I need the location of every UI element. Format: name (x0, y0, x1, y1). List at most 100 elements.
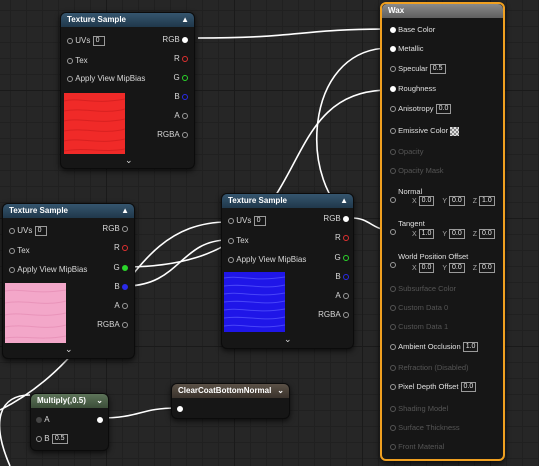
pin-icon[interactable] (390, 66, 396, 73)
specular-input[interactable]: Specular 0.5 (390, 64, 446, 75)
wpo-vector[interactable]: X 0.0 Y 0.0 Z 0.0 (408, 263, 497, 273)
normal-x[interactable]: 0.0 (418, 196, 435, 206)
pin-icon[interactable] (9, 228, 15, 234)
pin-icon[interactable] (390, 27, 396, 34)
mipbias-input[interactable]: Apply View MipBias (67, 74, 145, 84)
node-header[interactable]: ClearCoatBottomNormal ⌄ (172, 384, 289, 398)
wpo-z[interactable]: 0.0 (479, 263, 495, 273)
normal-z[interactable]: 1.0 (479, 196, 495, 206)
pin-icon[interactable] (182, 37, 188, 43)
node-header[interactable]: Wax (382, 4, 503, 18)
b-output[interactable]: B (114, 282, 128, 292)
pin-icon[interactable] (9, 267, 15, 273)
mipbias-input[interactable]: Apply View MipBias (9, 265, 87, 275)
clearcoat-bottom-normal-node[interactable]: ClearCoatBottomNormal ⌄ (171, 383, 290, 419)
r-output[interactable]: R (174, 54, 188, 64)
pin-icon[interactable] (390, 344, 396, 351)
rgba-output[interactable]: RGBA (97, 320, 128, 330)
pin-icon[interactable] (390, 197, 396, 203)
collapse-icon[interactable]: ▲ (181, 13, 189, 27)
tex-input[interactable]: Tex (228, 236, 249, 246)
pin-icon[interactable] (228, 238, 234, 244)
g-output[interactable]: G (335, 253, 349, 263)
uvs-value[interactable]: 0 (253, 216, 266, 226)
roughness-input[interactable]: Roughness (390, 84, 436, 94)
rgb-output[interactable]: RGB (162, 35, 188, 45)
pin-icon[interactable] (390, 46, 396, 53)
pin-icon[interactable] (343, 312, 349, 318)
r-output[interactable]: R (335, 233, 349, 243)
g-output[interactable]: G (174, 73, 188, 83)
b-output[interactable]: B (335, 272, 349, 282)
uvs-input[interactable]: UVs 0 (67, 36, 105, 46)
pin-icon[interactable] (343, 235, 349, 241)
pin-icon[interactable] (97, 416, 103, 423)
mipbias-input[interactable]: Apply View MipBias (228, 255, 306, 265)
pin-icon[interactable] (390, 128, 396, 135)
pin-icon[interactable] (122, 245, 128, 251)
pin-icon[interactable] (9, 248, 15, 254)
normal-vector[interactable]: X 0.0 Y 0.0 Z 1.0 (408, 196, 497, 206)
pin-icon[interactable] (122, 303, 128, 309)
tangent-x[interactable]: 1.0 (418, 229, 435, 239)
node-header[interactable]: Texture Sample ▲ (222, 194, 353, 208)
pin-icon[interactable] (390, 86, 396, 93)
anisotropy-input[interactable]: Anisotropy 0.0 (390, 104, 452, 115)
pin-icon[interactable] (343, 293, 349, 299)
pdo-value[interactable]: 0.0 (460, 382, 477, 393)
tex-input[interactable]: Tex (67, 56, 88, 66)
pin-icon[interactable] (182, 75, 188, 81)
multiply-node[interactable]: Multiply(,0.5) ⌄ A B 0.5 (30, 393, 109, 451)
tangent-vector[interactable]: X 1.0 Y 0.0 Z 0.0 (408, 229, 497, 239)
anisotropy-value[interactable]: 0.0 (435, 104, 452, 115)
multiply-output[interactable] (97, 415, 103, 425)
color-swatch-icon[interactable] (450, 126, 460, 136)
pin-icon[interactable] (67, 38, 73, 44)
expand-chevron-icon[interactable]: ⌄ (284, 334, 292, 345)
rgba-output[interactable]: RGBA (318, 310, 349, 320)
a-output[interactable]: A (114, 301, 128, 311)
pin-icon[interactable] (36, 436, 42, 442)
pixel-depth-offset-input[interactable]: Pixel Depth Offset 0.0 (390, 382, 477, 393)
pin-icon[interactable] (67, 76, 73, 82)
rgba-output[interactable]: RGBA (157, 130, 188, 140)
pin-icon[interactable] (182, 132, 188, 138)
tex-input[interactable]: Tex (9, 246, 30, 256)
uvs-value[interactable]: 0 (92, 36, 105, 46)
tangent-y[interactable]: 0.0 (449, 229, 465, 239)
collapse-icon[interactable]: ▲ (121, 204, 129, 218)
pin-icon[interactable] (182, 94, 188, 100)
metallic-input[interactable]: Metallic (390, 44, 424, 54)
ambient-occlusion-input[interactable]: Ambient Occlusion 1.0 (390, 342, 479, 353)
texture-sample-node-2[interactable]: Texture Sample ▲ UVs 0 Tex Apply View Mi… (2, 203, 135, 359)
node-header[interactable]: Multiply(,0.5) ⌄ (31, 394, 108, 408)
base-color-input[interactable]: Base Color (390, 25, 435, 35)
wpo-y[interactable]: 0.0 (449, 263, 465, 273)
pin-icon[interactable] (67, 58, 73, 64)
pin-icon[interactable] (228, 257, 234, 263)
pin-icon[interactable] (177, 405, 183, 412)
specular-value[interactable]: 0.5 (429, 64, 446, 75)
r-output[interactable]: R (114, 243, 128, 253)
pin-icon[interactable] (122, 322, 128, 328)
uvs-input[interactable]: UVs 0 (228, 216, 266, 226)
node-header[interactable]: Texture Sample ▲ (3, 204, 134, 218)
pin-icon[interactable] (122, 265, 128, 271)
pin-icon[interactable] (390, 262, 396, 268)
ao-value[interactable]: 1.0 (462, 342, 479, 353)
a-input[interactable]: A (36, 415, 50, 425)
a-output[interactable]: A (174, 111, 188, 121)
b-input[interactable]: B 0.5 (36, 434, 68, 444)
pin-icon[interactable] (390, 106, 396, 113)
collapse-icon[interactable]: ⌄ (96, 394, 103, 408)
expand-chevron-icon[interactable]: ⌄ (65, 344, 73, 355)
expand-chevron-icon[interactable]: ⌄ (125, 155, 133, 166)
texture-sample-node-3[interactable]: Texture Sample ▲ UVs 0 Tex Apply View Mi… (221, 193, 354, 349)
wpo-x[interactable]: 0.0 (418, 263, 435, 273)
pin-icon[interactable] (228, 218, 234, 224)
a-output[interactable]: A (335, 291, 349, 301)
pin-icon[interactable] (343, 255, 349, 261)
pin-icon[interactable] (182, 56, 188, 62)
pin-icon[interactable] (343, 216, 349, 222)
pin-icon[interactable] (122, 226, 128, 232)
